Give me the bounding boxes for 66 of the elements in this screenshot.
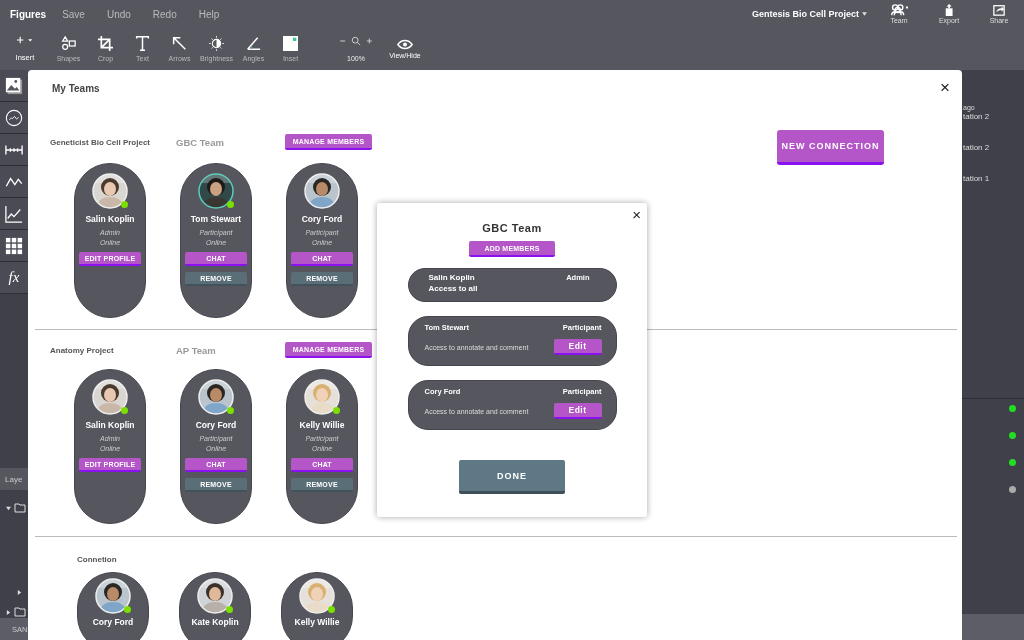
member-name: Salin Koplin: [85, 420, 135, 430]
new-connection-button[interactable]: NEW CONNECTION: [777, 130, 884, 165]
team-name: AP Team: [176, 344, 217, 356]
layer-label: tation 2: [962, 112, 991, 121]
done-button[interactable]: DONE: [459, 460, 565, 494]
edit-button[interactable]: Edit: [553, 403, 602, 419]
arrow-icon: [172, 36, 187, 51]
app-title: Figures: [10, 8, 47, 20]
chart-icon: [5, 204, 23, 223]
dialog-title: GBC Team: [482, 222, 542, 234]
export-icon: [943, 4, 955, 16]
ruler-icon: [5, 143, 23, 156]
caret-icon[interactable]: [6, 609, 11, 615]
people-icon: [889, 4, 909, 16]
crop-icon: [98, 36, 113, 51]
close-button[interactable]: ×: [940, 79, 950, 96]
member-name: Kate Koplin: [191, 617, 239, 627]
section-title: Connetion: [77, 555, 117, 564]
inset-icon: [283, 36, 298, 51]
member-name: Cory Ford: [195, 420, 237, 430]
line-graph-icon: [5, 175, 23, 188]
member-name: Salin Koplin: [85, 214, 135, 224]
project-name: Geneticist Bio Cell Project: [50, 137, 152, 147]
menu-item[interactable]: Help: [198, 8, 220, 20]
side-tool-button[interactable]: [0, 230, 28, 262]
share-icon: [993, 4, 1005, 16]
layer-label: tation 2: [962, 143, 991, 152]
text-icon: [135, 36, 150, 51]
angle-icon: [246, 36, 261, 51]
function-circle-icon: [5, 108, 23, 127]
team-name: GBC Team: [176, 136, 225, 148]
layer-label: tation 1: [962, 174, 991, 183]
folder-icon[interactable]: [14, 607, 26, 617]
member-name: Kelly Willie: [294, 617, 340, 627]
panel-title: Laye: [5, 474, 23, 484]
access-text: Access to all: [428, 284, 478, 293]
image-icon: [5, 76, 23, 95]
panel-footer: [962, 614, 1024, 640]
side-tool-button[interactable]: fx: [0, 262, 28, 294]
eye-icon: [397, 39, 413, 50]
side-tool-button[interactable]: [0, 70, 28, 102]
member-name: Salin Koplin: [428, 273, 476, 282]
menu-item[interactable]: Save: [62, 8, 85, 20]
project-name: Anatomy Project: [50, 345, 115, 355]
project-menu[interactable]: Gentesis Bio Cell Project: [751, 9, 867, 19]
member-name: Tom Stewart: [190, 214, 242, 224]
member-name: Kelly Willie: [299, 420, 345, 430]
member-name: Cory Ford: [301, 214, 343, 224]
caret-icon[interactable]: [17, 589, 22, 595]
folder-icon[interactable]: [14, 503, 26, 513]
caret-icon[interactable]: [6, 505, 11, 511]
side-tool-button[interactable]: [0, 102, 28, 134]
edit-button[interactable]: Edit: [553, 339, 602, 355]
close-button[interactable]: ×: [632, 206, 641, 223]
caret-icon: [862, 12, 867, 16]
zoom-icon: [339, 36, 373, 46]
side-tool-button[interactable]: [0, 134, 28, 166]
menu-item[interactable]: Undo: [106, 8, 131, 20]
side-tool-button[interactable]: [0, 166, 28, 198]
grid-icon: [5, 236, 23, 255]
side-tool-button[interactable]: [0, 198, 28, 230]
member-name: Cory Ford: [92, 617, 134, 627]
menu-item[interactable]: Redo: [152, 8, 177, 20]
shapes-icon: [61, 36, 76, 51]
dialog-title: My Teams: [52, 83, 100, 96]
brightness-icon: [209, 36, 224, 51]
